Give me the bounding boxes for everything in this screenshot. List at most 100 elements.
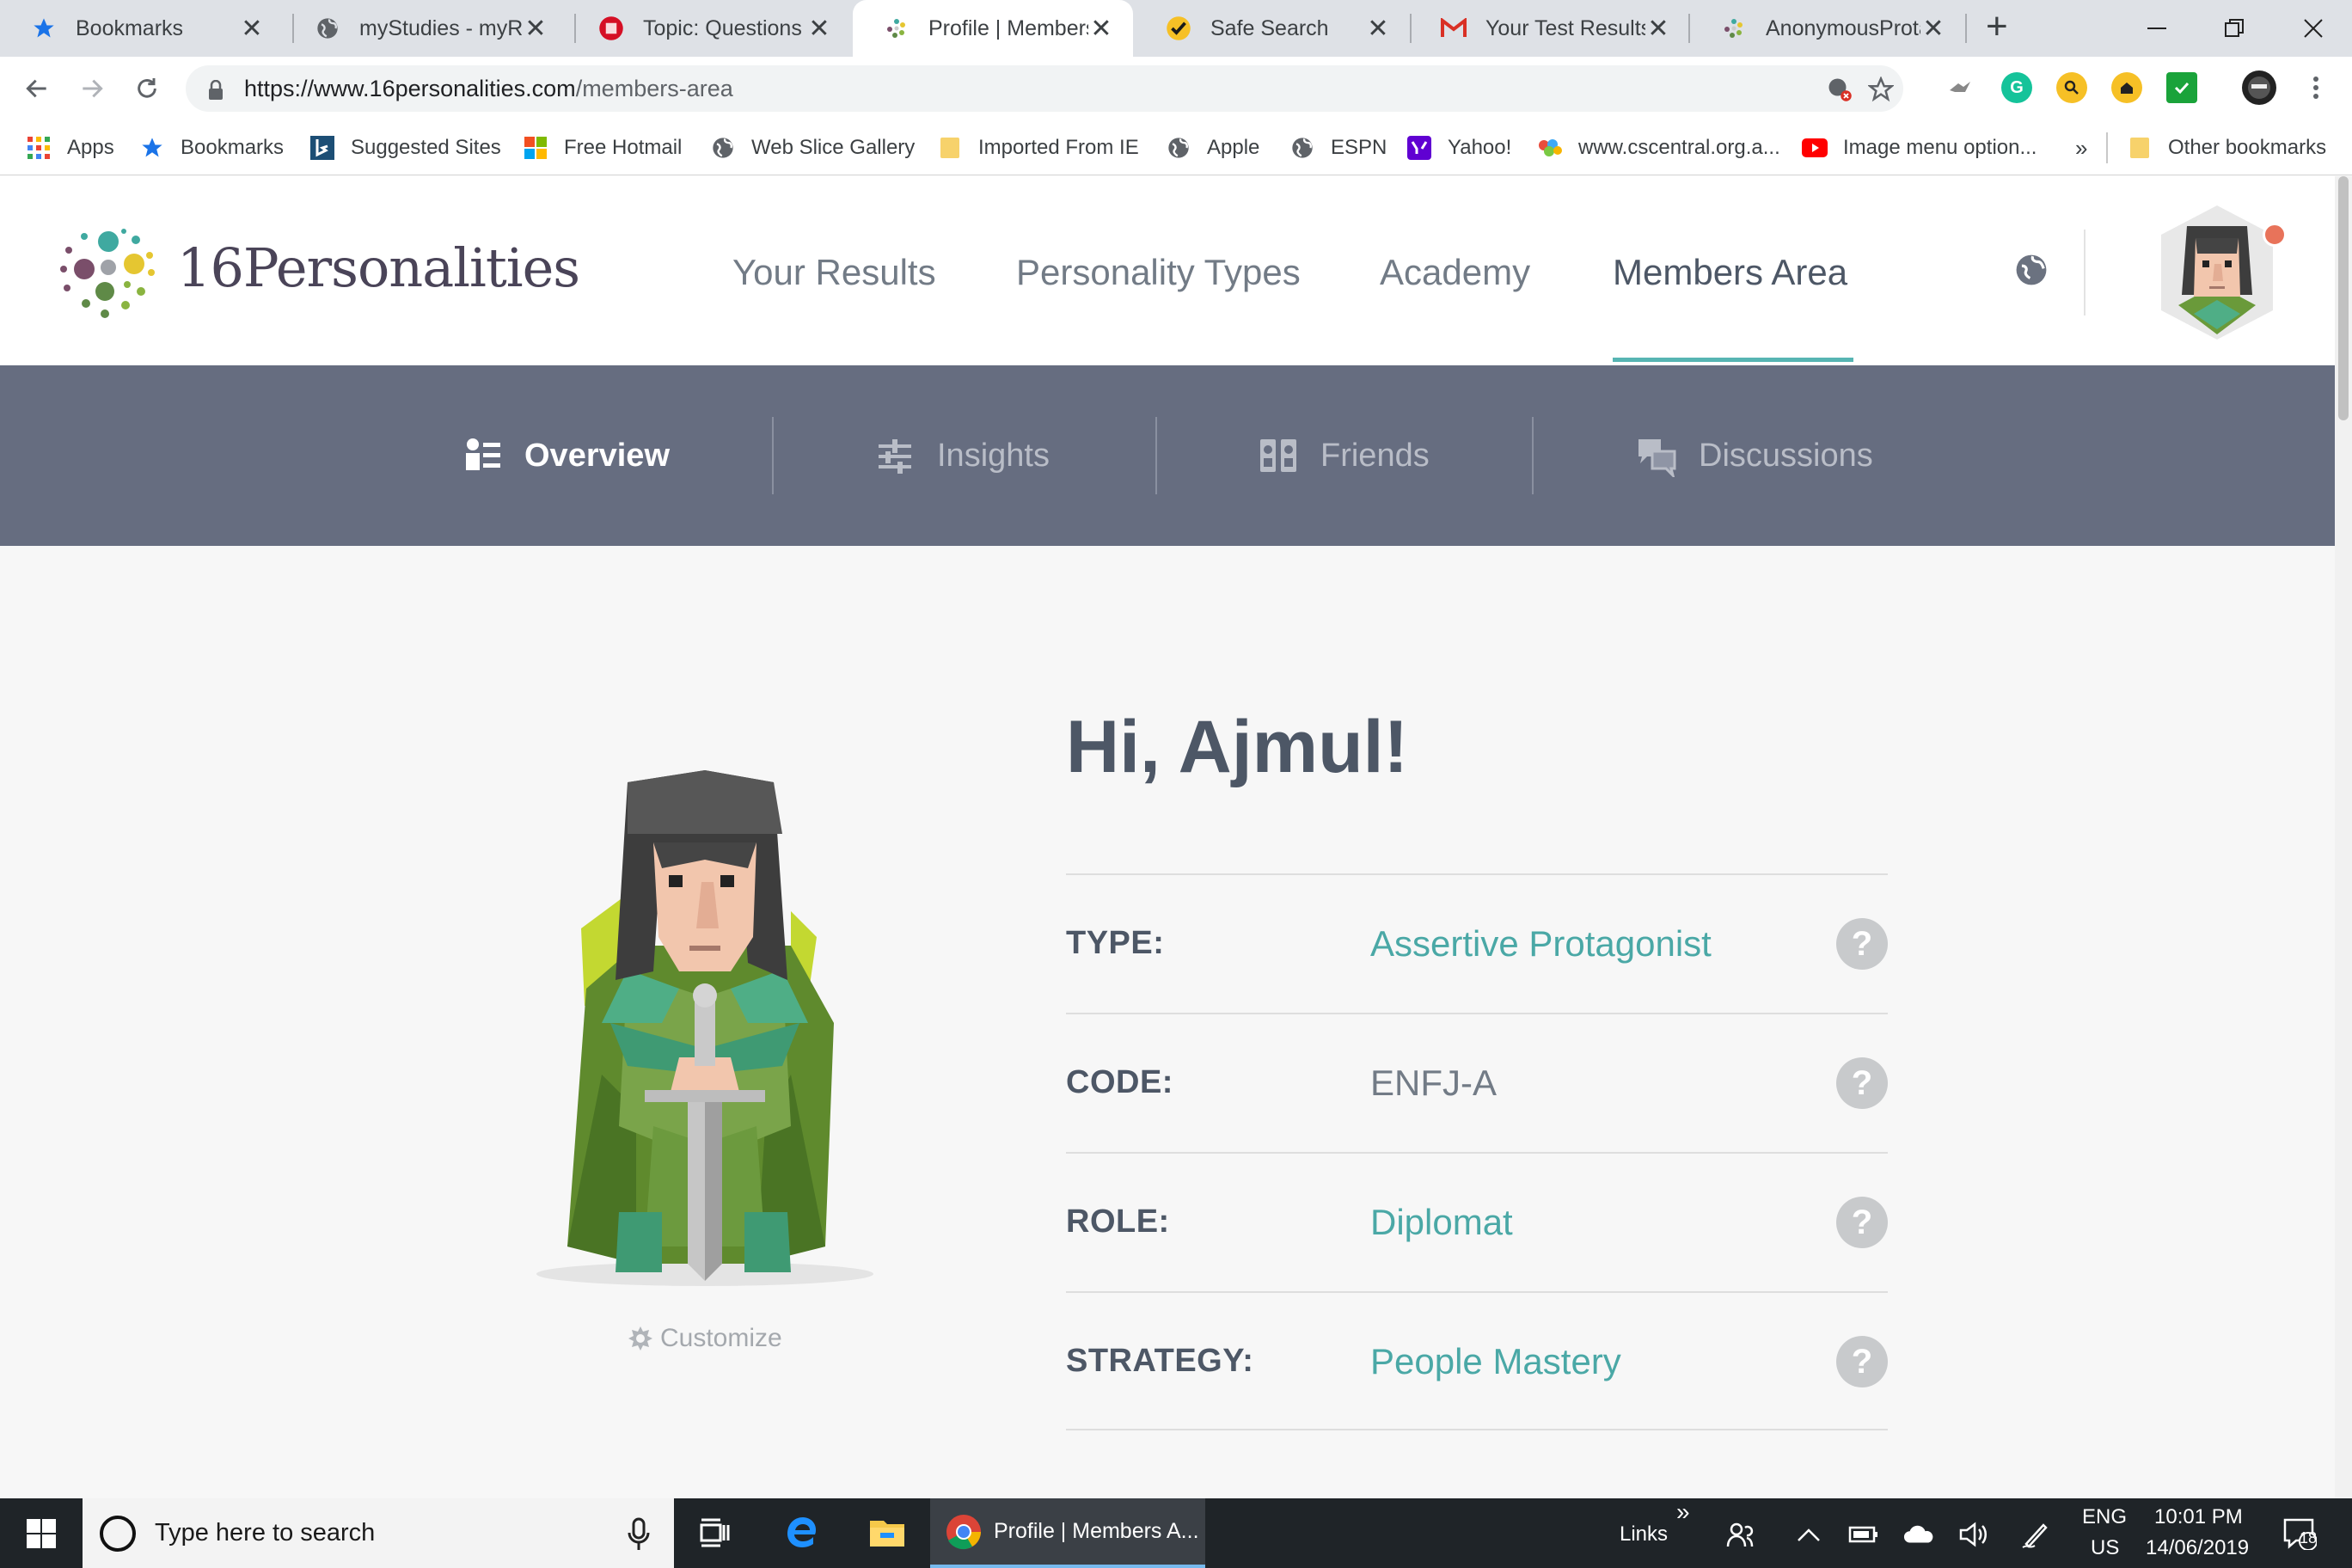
bookmark-other-bookmarks[interactable]: Other bookmarks [2127, 120, 2326, 175]
edge-browser-icon[interactable] [781, 1510, 825, 1555]
subnav-friends[interactable]: Friends [1257, 365, 1430, 546]
more-bookmarks-chevron[interactable]: » [2075, 120, 2087, 175]
volume-icon[interactable] [1958, 1519, 1989, 1550]
close-tab-icon[interactable]: ✕ [523, 14, 548, 44]
subnav-label: Insights [937, 437, 1050, 474]
tab-test-results[interactable]: Your Test Results - ✕ [1410, 0, 1690, 57]
help-icon[interactable]: ? [1836, 1197, 1888, 1248]
taskbar-chrome-app[interactable]: Profile | Members A... [930, 1498, 1205, 1568]
bookmark-free-hotmail[interactable]: Free Hotmail [523, 120, 682, 175]
links-toolbar-label[interactable]: Links [1620, 1522, 1668, 1547]
task-view-icon[interactable] [693, 1510, 738, 1555]
discussions-icon [1638, 439, 1676, 477]
windows-logo-icon [523, 135, 548, 161]
action-center-icon[interactable]: 18 [2280, 1514, 2319, 1553]
microphone-icon[interactable] [626, 1517, 652, 1552]
close-tab-icon[interactable]: ✕ [806, 14, 832, 44]
language-top[interactable]: ENG [2082, 1505, 2127, 1529]
url-path: /members-area [575, 75, 733, 101]
minimize-icon[interactable] [2118, 0, 2196, 57]
tab-safe-search[interactable]: Safe Search ✕ [1135, 0, 1410, 57]
nav-personality-types[interactable]: Personality Types [1016, 252, 1301, 293]
home-extension-icon[interactable] [2111, 72, 2142, 103]
role-value-link[interactable]: Diplomat [1370, 1202, 1513, 1243]
help-icon[interactable]: ? [1836, 918, 1888, 970]
close-tab-icon[interactable]: ✕ [1645, 14, 1671, 44]
battery-icon[interactable] [1848, 1519, 1879, 1550]
restore-icon[interactable] [2196, 0, 2273, 57]
onedrive-cloud-icon[interactable] [1903, 1519, 1934, 1550]
bookmark-image-menu[interactable]: Image menu option... [1802, 120, 2037, 175]
bookmark-cscentral[interactable]: www.cscentral.org.a... [1537, 120, 1780, 175]
apps-grid-icon [26, 135, 52, 161]
bookmark-bookmarks[interactable]: Bookmarks [139, 120, 284, 175]
show-hidden-icons-chevron[interactable] [1793, 1519, 1824, 1550]
search-extension-icon[interactable] [2056, 72, 2087, 103]
info-row-type: TYPE: Assertive Protagonist ? [1066, 873, 1888, 1013]
strategy-value-link[interactable]: People Mastery [1370, 1341, 1621, 1382]
close-tab-icon[interactable]: ✕ [1088, 14, 1114, 44]
tab-anonymous-protagonist[interactable]: AnonymousProtag ✕ [1690, 0, 1965, 57]
tab-bookmarks[interactable]: Bookmarks ✕ [0, 0, 284, 57]
tab-label: Bookmarks [76, 15, 184, 40]
chrome-menu-icon[interactable] [2300, 72, 2331, 103]
subnav-insights[interactable]: Insights [873, 365, 1050, 546]
new-tab-button[interactable]: + [1986, 5, 2008, 48]
scrollbar-thumb[interactable] [2338, 176, 2349, 420]
people-icon[interactable] [1724, 1519, 1755, 1550]
greeting-heading: Hi, Ajmul! [1066, 706, 1409, 788]
nav-members-area[interactable]: Members Area [1613, 252, 1847, 293]
tab-topic-questions[interactable]: Topic: Questions o ✕ [567, 0, 851, 57]
bookmark-yahoo[interactable]: Yahoo! [1406, 120, 1511, 175]
info-row-role: ROLE: Diplomat ? [1066, 1152, 1888, 1291]
bookmark-star-icon[interactable] [1867, 76, 1895, 103]
nav-your-results[interactable]: Your Results [732, 252, 936, 293]
page-scrollbar[interactable] [2335, 176, 2352, 1498]
taskbar-search-box[interactable]: Type here to search [83, 1498, 674, 1568]
grammarly-icon[interactable]: G [2001, 72, 2032, 103]
clock-time[interactable]: 10:01 PM [2154, 1505, 2243, 1529]
bookmark-espn[interactable]: ESPN [1289, 120, 1387, 175]
extension-bird-icon[interactable] [1945, 72, 1975, 103]
bookmark-suggested-sites[interactable]: Suggested Sites [309, 120, 501, 175]
help-icon[interactable]: ? [1836, 1336, 1888, 1387]
logo-word: Personalities [242, 236, 580, 299]
file-explorer-icon[interactable] [865, 1510, 910, 1555]
language-bottom[interactable]: US [2091, 1536, 2119, 1560]
links-chevron[interactable]: » [1676, 1498, 1690, 1526]
help-icon[interactable]: ? [1836, 1057, 1888, 1109]
clock-date[interactable]: 14/06/2019 [2146, 1536, 2249, 1560]
subnav-discussions[interactable]: Discussions [1635, 365, 1873, 546]
bookmark-web-slice-gallery[interactable]: Web Slice Gallery [710, 120, 915, 175]
bookmark-label: Yahoo! [1448, 136, 1512, 159]
windows-start-icon[interactable] [0, 1498, 83, 1568]
16personalities-logo-icon[interactable] [55, 221, 167, 333]
bookmark-imported-from-ie[interactable]: Imported From IE [937, 120, 1139, 175]
nav-academy[interactable]: Academy [1380, 252, 1530, 293]
bookmark-label: Suggested Sites [351, 136, 501, 159]
checkmark-extension-icon[interactable] [2166, 72, 2197, 103]
customize-link[interactable]: Customize [628, 1324, 782, 1353]
subnav-overview[interactable]: Overview [461, 365, 670, 546]
site-logo-text[interactable]: 16Personalities [177, 236, 580, 299]
bookmark-apps[interactable]: Apps [26, 120, 114, 175]
info-label: CODE: [1066, 1064, 1173, 1100]
address-bar[interactable]: https://www.16personalities.com/members-… [186, 65, 1903, 112]
reload-icon[interactable] [127, 69, 167, 108]
close-tab-icon[interactable]: ✕ [1365, 14, 1391, 44]
back-icon[interactable] [17, 69, 57, 108]
profile-avatar-icon[interactable] [2242, 70, 2276, 105]
forward-icon[interactable] [72, 69, 112, 108]
pen-ink-workspace-icon[interactable] [2020, 1519, 2051, 1550]
code-value: ENFJ-A [1370, 1063, 1497, 1103]
close-tab-icon[interactable]: ✕ [239, 14, 265, 44]
blocked-content-icon[interactable] [1826, 76, 1853, 103]
type-value-link[interactable]: Assertive Protagonist [1370, 923, 1712, 965]
bookmark-apple[interactable]: Apple [1166, 120, 1259, 175]
user-avatar[interactable] [2144, 200, 2290, 346]
tab-mystudies[interactable]: myStudies - myRM ✕ [284, 0, 567, 57]
language-globe-icon[interactable] [2015, 254, 2048, 286]
close-tab-icon[interactable]: ✕ [1920, 14, 1946, 44]
tab-profile-members[interactable]: Profile | Members ✕ [853, 0, 1133, 57]
close-window-icon[interactable] [2275, 0, 2352, 57]
